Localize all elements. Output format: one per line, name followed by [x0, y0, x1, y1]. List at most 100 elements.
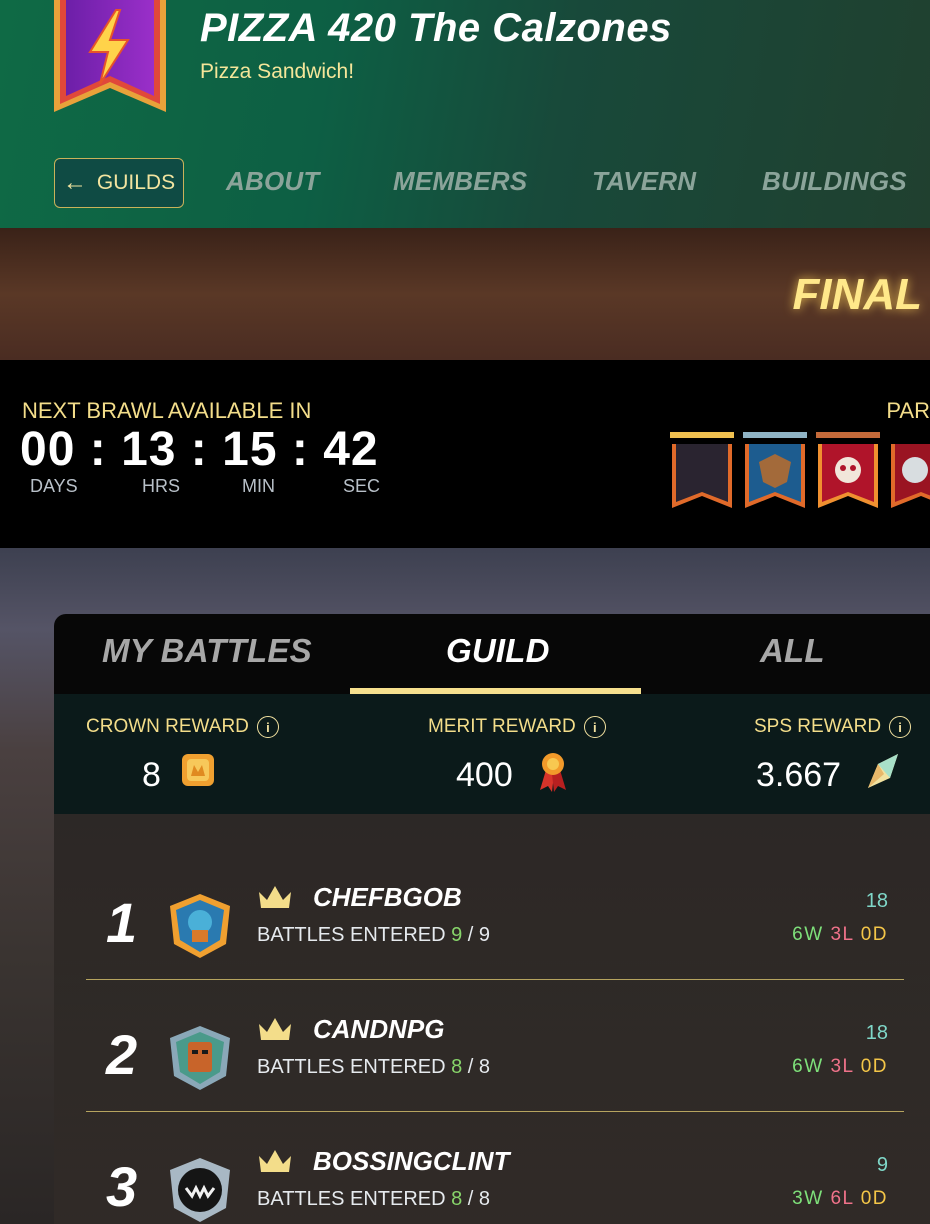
tab-my-battles[interactable]: MY BATTLES: [102, 632, 312, 670]
crown-reward-label: CROWN REWARD i: [86, 716, 279, 738]
nav-members[interactable]: MEMBERS: [393, 166, 527, 197]
unit-sec: SEC: [343, 476, 381, 496]
battles-label: BATTLES ENTERED: [257, 1188, 446, 1210]
rewards-bar: CROWN REWARD i 8 MERIT REWARD i 400 SPS …: [54, 694, 930, 814]
crown-icon: [259, 886, 291, 908]
sps-reward-value: 3.667: [756, 756, 842, 794]
crown-icon: [259, 1018, 291, 1040]
player-score: 18: [865, 890, 888, 912]
sps-crystal-icon: [868, 754, 898, 788]
nav-buildings[interactable]: BUILDINGS: [762, 166, 907, 197]
stage-band: FINAL: [0, 228, 930, 360]
merit-reward-value: 400: [456, 756, 513, 794]
player-rank: 3: [106, 1155, 138, 1218]
battles-entered: BATTLES ENTERED 8 / 8: [257, 1188, 491, 1210]
player-name: CANDNPG: [313, 1014, 445, 1044]
countdown-days: 00: [20, 423, 76, 476]
row-divider: [86, 979, 904, 980]
merit-reward-label: MERIT REWARD i: [428, 716, 606, 738]
next-brawl-label: NEXT BRAWL AVAILABLE IN: [22, 398, 312, 423]
info-icon[interactable]: i: [583, 716, 606, 738]
guild-name: PIZZA 420 The Calzones: [200, 6, 672, 50]
unit-hrs: HRS: [142, 476, 181, 496]
guild-banner-2-icon: [743, 432, 807, 508]
crown-icon: [259, 1150, 291, 1172]
guild-banner-4-icon: [891, 444, 930, 508]
list-item[interactable]: 3 BOSSINGCLINT BATTLES ENTERED 8 / 8 9 3…: [86, 1126, 904, 1224]
win-loss-record: 6W 3L 0D: [792, 924, 888, 946]
avatar: [170, 894, 230, 958]
nav-tavern[interactable]: TAVERN: [592, 166, 696, 197]
player-score: 9: [876, 1154, 888, 1176]
sps-reward-text: SPS REWARD: [754, 716, 882, 737]
losses-count: 3: [830, 1056, 843, 1077]
wins-letter: W: [804, 924, 824, 945]
guild-banner-3-icon: [816, 432, 880, 508]
merit-medal-icon: [540, 753, 566, 792]
list-item[interactable]: 1 CHEFBGOB BATTLES ENTERED 9 / 9 18 6W 3…: [86, 862, 904, 994]
back-button-label: GUILDS: [96, 171, 176, 194]
crown-reward-value: 8: [142, 756, 161, 794]
sps-reward-label: SPS REWARD i: [754, 716, 912, 738]
losses-letter: L: [842, 1056, 854, 1077]
battles-panel: MY BATTLES GUILD ALL CROWN REWARD i 8 ME…: [54, 614, 930, 1224]
tab-all[interactable]: ALL: [760, 632, 825, 670]
merit-reward-text: MERIT REWARD: [428, 716, 576, 737]
wins-count: 6: [792, 1056, 805, 1077]
info-icon[interactable]: i: [889, 716, 912, 738]
crown-reward-text: CROWN REWARD: [86, 716, 249, 737]
unit-days: DAYS: [30, 476, 78, 496]
player-name: BOSSINGCLINT: [313, 1146, 510, 1176]
countdown-min: 15: [222, 423, 278, 476]
guild-banner-icon: [54, 0, 166, 112]
draws-letter: D: [872, 924, 888, 945]
countdown-hrs: 13: [121, 423, 177, 476]
guild-header: PIZZA 420 The Calzones Pizza Sandwich! ←…: [0, 0, 930, 228]
colon-separator: :: [89, 423, 122, 476]
battles-total-count: 9: [478, 924, 491, 946]
crown-token-icon: [182, 754, 214, 786]
player-rank: 1: [106, 891, 138, 954]
battles-total-count: 8: [478, 1188, 491, 1210]
participant-guild-banners: [670, 432, 930, 508]
battles-entered-count: 9: [451, 924, 463, 946]
info-icon[interactable]: i: [256, 716, 279, 738]
countdown-sec: 42: [323, 423, 379, 476]
list-item[interactable]: 2 CANDNPG BATTLES ENTERED 8 / 8 18 6W 3L…: [86, 994, 904, 1126]
player-score: 18: [865, 1022, 888, 1044]
battles-entered-count: 8: [451, 1188, 463, 1210]
wins-count: 3: [792, 1188, 805, 1209]
row-divider: [86, 1111, 904, 1112]
player-rank: 2: [106, 1023, 138, 1086]
stage-label: FINAL: [792, 270, 922, 319]
guild-banner-1-icon: [670, 432, 734, 508]
draws-letter: D: [872, 1188, 888, 1209]
battles-entered-count: 8: [451, 1056, 463, 1078]
draws-count: 0: [860, 1188, 873, 1209]
avatar: [170, 1158, 230, 1222]
colon-separator: :: [291, 423, 324, 476]
battles-label: BATTLES ENTERED: [257, 1056, 446, 1078]
losses-letter: L: [842, 924, 854, 945]
nav-about[interactable]: ABOUT: [226, 166, 319, 197]
guild-leaderboard: 1 CHEFBGOB BATTLES ENTERED 9 / 9 18 6W 3…: [54, 814, 930, 1224]
losses-letter: L: [842, 1188, 854, 1209]
back-to-guilds-button[interactable]: ← GUILDS: [54, 158, 184, 208]
wins-letter: W: [804, 1056, 824, 1077]
losses-count: 6: [830, 1188, 843, 1209]
wins-count: 6: [792, 924, 805, 945]
colon-separator: :: [190, 423, 223, 476]
tab-guild[interactable]: GUILD: [446, 632, 550, 670]
wins-letter: W: [804, 1188, 824, 1209]
unit-min: MIN: [242, 476, 275, 496]
battles-total-count: 8: [478, 1056, 491, 1078]
avatar: [170, 1026, 230, 1090]
guild-motto: Pizza Sandwich!: [200, 60, 355, 83]
arrow-left-icon: ←: [62, 169, 87, 196]
battles-label: BATTLES ENTERED: [257, 924, 446, 946]
losses-count: 3: [830, 924, 843, 945]
guild-nav: ← GUILDS ABOUT MEMBERS TAVERN BUILDINGS: [0, 158, 930, 208]
brawl-timer-bar: NEXT BRAWL AVAILABLE IN 00 : 13 : 15 : 4…: [0, 360, 930, 548]
battle-tabs: MY BATTLES GUILD ALL: [54, 614, 930, 694]
countdown: 00 : 13 : 15 : 42: [20, 422, 379, 477]
